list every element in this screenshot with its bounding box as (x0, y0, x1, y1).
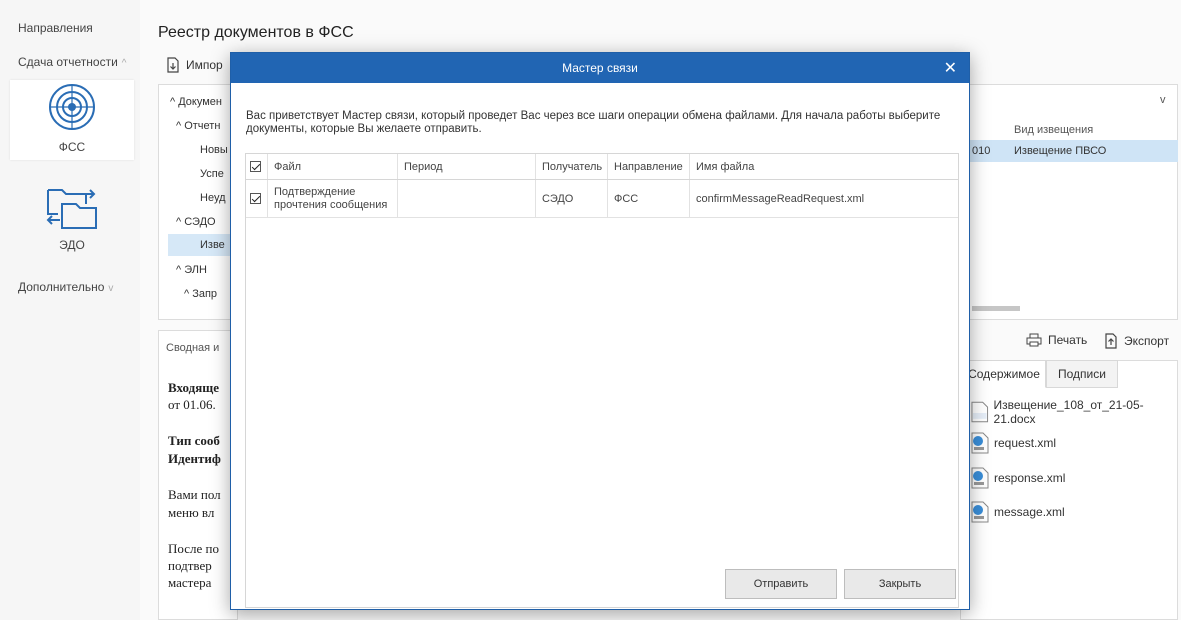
printer-icon (1026, 333, 1042, 347)
tree-item[interactable]: ^ ЭЛН (176, 264, 207, 276)
doc-line: Входяще (168, 380, 219, 395)
nav-extra-label: Дополнительно (18, 280, 105, 294)
cell-period (398, 180, 536, 217)
grid-header: Файл Период Получатель Направление Имя ф… (246, 154, 958, 180)
doc-line: мастера (168, 575, 212, 590)
select-all-checkbox[interactable] (250, 161, 261, 172)
table-row[interactable]: Подтверждение прочтения сообщения СЭДО Ф… (246, 180, 958, 218)
select-all-cell (246, 154, 268, 179)
file-name: response.xml (994, 471, 1066, 485)
import-button[interactable]: Импор (166, 57, 223, 73)
cell-notice-type: Извещение ПВСО (1014, 145, 1107, 157)
nav-tile-fss[interactable]: ФСС (10, 80, 134, 160)
close-icon[interactable]: ✕ (944, 58, 957, 78)
tree-item[interactable]: Новы (200, 144, 228, 156)
doc-line: меню вл (168, 505, 215, 520)
doc-line: Вами пол (168, 487, 221, 502)
tree-item[interactable]: ^ СЭДО (176, 216, 216, 228)
file-item[interactable]: message.xml (970, 501, 1065, 523)
doc-line: После по (168, 541, 219, 556)
tree-item[interactable]: ^ Запр (184, 288, 217, 300)
tab-content[interactable]: Содержимое (962, 360, 1046, 388)
column-header-file[interactable]: Файл (268, 154, 398, 179)
column-header-direction[interactable]: Направление (608, 154, 690, 179)
doc-line: Идентиф (168, 451, 221, 466)
export-label: Экспорт (1124, 334, 1170, 348)
import-label: Импор (186, 58, 223, 72)
cell-file: Подтверждение прочтения сообщения (268, 180, 398, 217)
dialog-titlebar: Мастер связи ✕ (231, 53, 969, 83)
cell-direction: ФСС (608, 180, 690, 217)
print-label: Печать (1048, 333, 1088, 347)
navigation-sidebar: Направления Сдача отчетности ^ ФСС ЭДО До… (0, 0, 140, 620)
column-header-recipient[interactable]: Получатель (536, 154, 608, 179)
xml-file-icon (971, 501, 989, 523)
documents-grid: Файл Период Получатель Направление Имя ф… (245, 153, 959, 608)
nav-extra-toggle[interactable]: Дополнительно v (18, 280, 113, 294)
dialog-title: Мастер связи (562, 61, 638, 75)
file-item[interactable]: response.xml (970, 467, 1065, 489)
tree-item[interactable]: Неуд (200, 192, 226, 204)
nav-tile-edo[interactable]: ЭДО (10, 178, 134, 258)
tree-item[interactable]: Успе (200, 168, 224, 180)
import-icon (167, 57, 179, 73)
file-item[interactable]: Извещение_108_от_21-05-21.docx (970, 398, 1181, 426)
page-title: Реестр документов в ФСС (158, 24, 354, 41)
nav-reporting-label: Сдача отчетности (18, 55, 118, 69)
nav-tile-edo-label: ЭДО (59, 238, 85, 252)
cell-recipient: СЭДО (536, 180, 608, 217)
horizontal-scrollbar[interactable] (972, 306, 1020, 311)
tree-item-selected[interactable]: Изве (168, 234, 230, 256)
dialog-intro-text: Вас приветствует Мастер связи, который п… (246, 110, 941, 135)
nav-reporting-toggle[interactable]: Сдача отчетности ^ (18, 55, 126, 69)
doc-line: Тип сооб (168, 433, 220, 448)
xml-file-icon (971, 467, 989, 489)
file-name: message.xml (994, 505, 1065, 519)
chevron-up-icon: ^ (121, 58, 127, 69)
folder-exchange-icon (46, 189, 97, 229)
cell-filename: confirmMessageReadRequest.xml (696, 192, 865, 205)
doc-line: от 01.06. (168, 397, 216, 412)
xml-file-icon (971, 432, 989, 454)
send-button[interactable]: Отправить (725, 569, 837, 599)
file-name: Извещение_108_от_21-05-21.docx (993, 398, 1144, 426)
tree-item[interactable]: ^ Отчетн (176, 120, 220, 132)
row-checkbox[interactable] (250, 193, 261, 204)
export-button[interactable]: Экспорт (1104, 333, 1169, 349)
column-header-notice-type[interactable]: Вид извещения (1014, 124, 1093, 136)
docx-file-icon (971, 401, 989, 423)
chevron-down-icon[interactable]: v (1160, 94, 1166, 106)
file-name: request.xml (994, 436, 1057, 450)
nav-section-label[interactable]: Направления (18, 21, 93, 35)
chevron-down-icon: v (108, 283, 114, 294)
print-button[interactable]: Печать (1026, 333, 1087, 347)
column-header-filename[interactable]: Имя файла (690, 154, 958, 179)
doc-line: подтвер (168, 558, 212, 573)
close-button[interactable]: Закрыть (844, 569, 956, 599)
export-icon (1105, 333, 1117, 349)
fss-icon (49, 84, 95, 130)
wizard-dialog: Мастер связи ✕ Вас приветствует Мастер с… (230, 52, 970, 610)
file-item[interactable]: request.xml (970, 432, 1056, 454)
tree-item[interactable]: ^ Докумен (170, 96, 222, 108)
row-select-cell (246, 180, 268, 217)
column-header-period[interactable]: Период (398, 154, 536, 179)
nav-tile-fss-label: ФСС (58, 140, 86, 154)
tab-signatures[interactable]: Подписи (1046, 360, 1118, 388)
cell-partial: 010 (972, 145, 991, 157)
summary-tab[interactable]: Сводная и (166, 342, 219, 354)
